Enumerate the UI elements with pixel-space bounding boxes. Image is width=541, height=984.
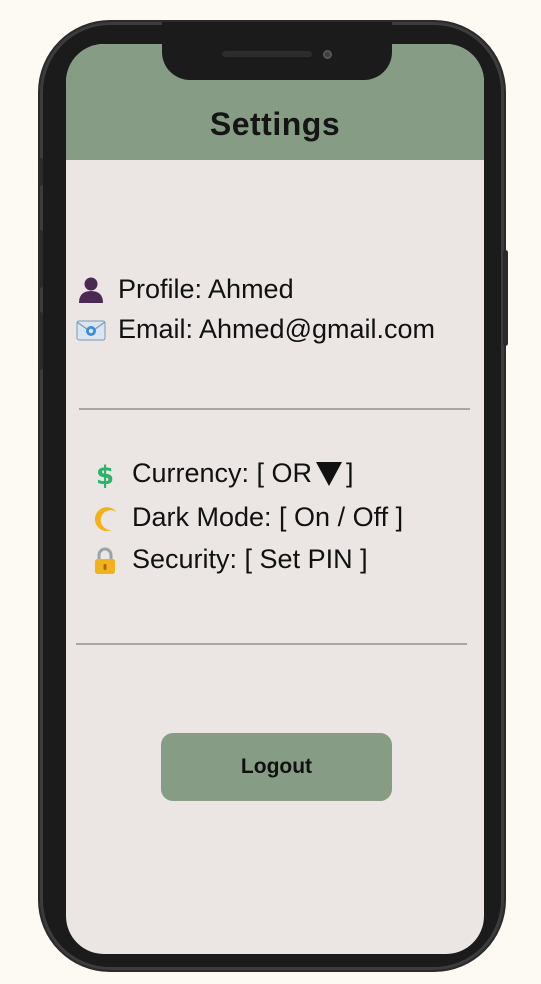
currency-label: Currency: [ OR (132, 458, 313, 488)
envelope-icon (76, 320, 106, 340)
lock-icon (95, 547, 115, 574)
speaker-grille (222, 51, 312, 57)
dollar-icon: $ (96, 461, 114, 489)
dark-mode-label: Dark Mode: [ On / Off ] (132, 502, 404, 532)
svg-text:$: $ (96, 461, 114, 489)
mute-switch (38, 158, 43, 186)
power-button (503, 250, 508, 346)
front-camera (323, 50, 332, 59)
section-divider (76, 643, 467, 645)
email-label: Email: Ahmed@gmail.com (118, 314, 436, 344)
dark-mode-row[interactable]: Dark Mode: [ On / Off ] (90, 502, 403, 533)
email-row[interactable]: Email: Ahmed@gmail.com (76, 314, 435, 345)
logout-button[interactable]: Logout (161, 733, 392, 801)
phone-screen: Settings (66, 44, 484, 954)
page-title: Settings (209, 106, 341, 142)
volume-up-button (38, 230, 43, 288)
security-row[interactable]: Security: [ Set PIN ] (90, 544, 368, 575)
triangle-down-icon[interactable] (316, 461, 343, 486)
currency-row[interactable]: $ Currency: [ OR ] (90, 458, 354, 489)
moon-icon (94, 506, 117, 531)
profile-label: Profile: Ahmed (118, 274, 294, 304)
section-divider (79, 408, 470, 410)
volume-down-button (38, 312, 43, 370)
person-icon (79, 277, 103, 303)
profile-row[interactable]: Profile: Ahmed (76, 274, 294, 305)
security-label: Security: [ Set PIN ] (132, 544, 368, 574)
currency-bracket: ] (346, 458, 354, 488)
